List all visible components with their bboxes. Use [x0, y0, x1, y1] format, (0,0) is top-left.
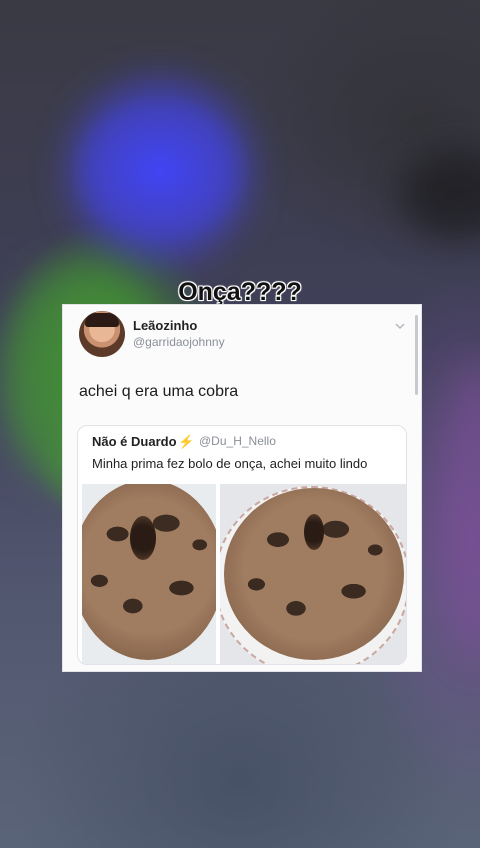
- lightning-bolt-icon: ⚡: [178, 434, 195, 449]
- tweet-handle: @garridaojohnny: [133, 335, 225, 349]
- tweet-screenshot-card: Leãozinho @garridaojohnny achei q era um…: [62, 304, 422, 672]
- background-blur-dark: [400, 150, 480, 240]
- quoted-handle: @Du_H_Nello: [199, 434, 276, 448]
- background-blur-blue: [70, 80, 250, 260]
- cake-center-hole: [130, 516, 156, 560]
- cake-photo-right: [220, 484, 406, 664]
- scrollbar: [415, 315, 418, 395]
- cake-photo-left: [82, 484, 216, 664]
- chevron-down-icon: [395, 323, 405, 330]
- quoted-display-name: Não é Duardo: [92, 434, 177, 449]
- cake-center-hole: [304, 514, 324, 550]
- story-screen: Onça???? Leãozinho @garridaojohnny achei…: [0, 0, 480, 848]
- avatar-hair: [85, 313, 119, 327]
- cake-image: [82, 484, 216, 660]
- tweet-text: achei q era uma cobra: [79, 383, 239, 400]
- story-caption: Onça????: [178, 278, 302, 306]
- tweet-display-name: Leãozinho: [133, 318, 198, 333]
- quoted-tweet-text: Minha prima fez bolo de onça, achei muit…: [92, 456, 368, 471]
- avatar: [79, 311, 125, 357]
- background-blur-purple: [440, 360, 480, 660]
- quoted-tweet: Não é Duardo ⚡ @Du_H_Nello Minha prima f…: [77, 425, 407, 665]
